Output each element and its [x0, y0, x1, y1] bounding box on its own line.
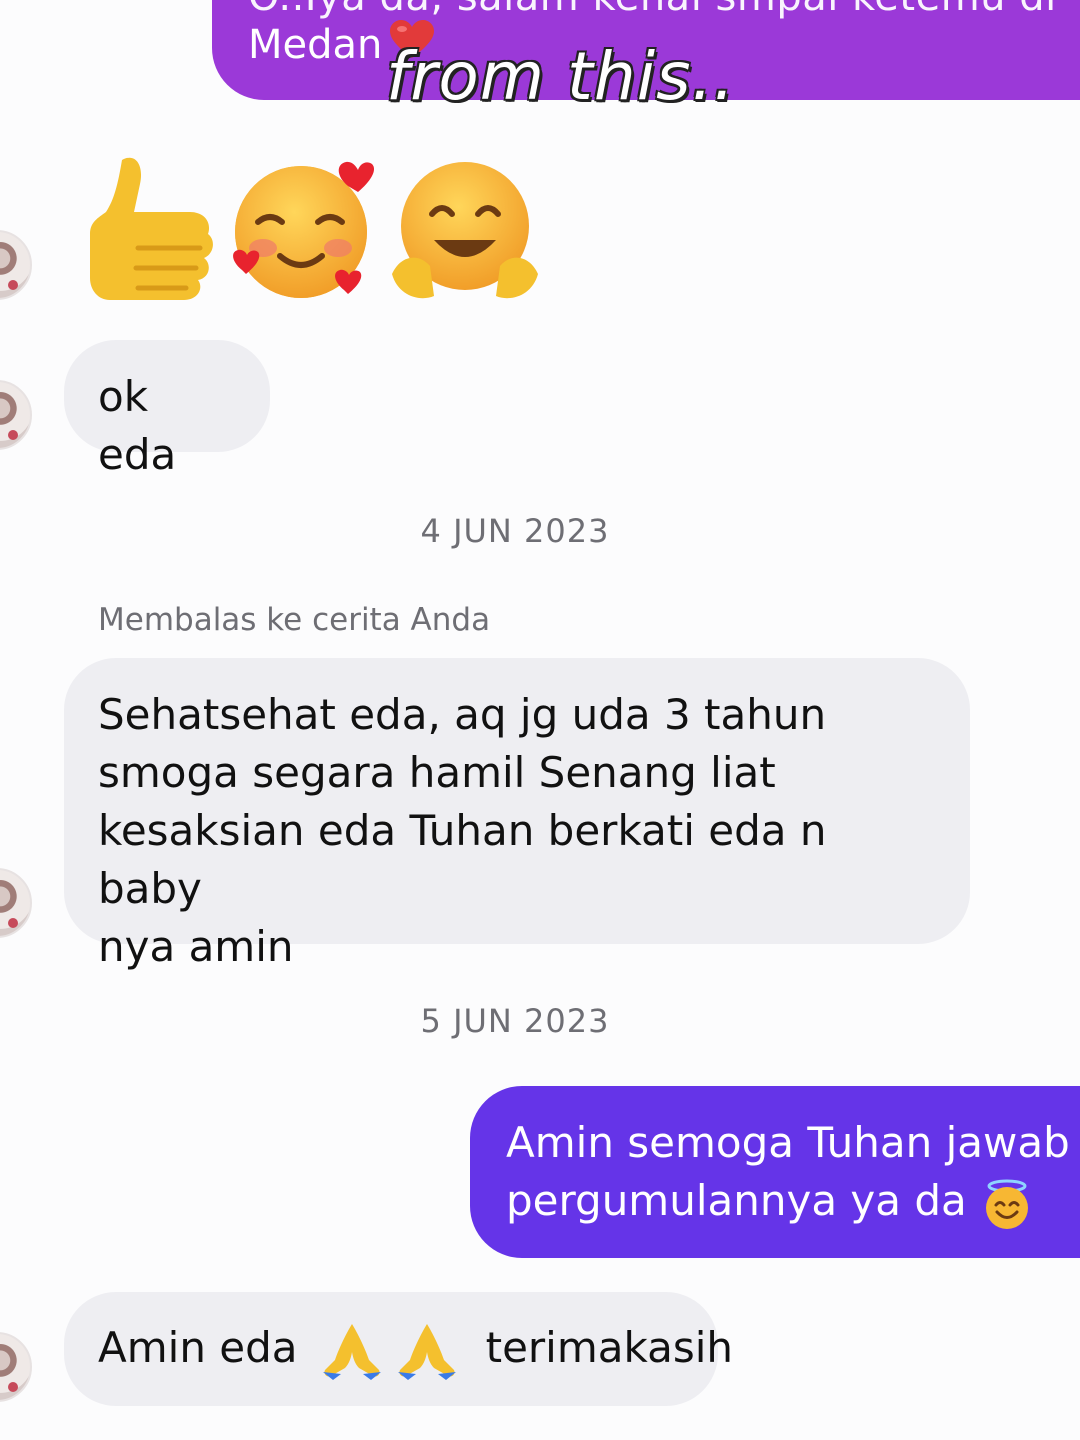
incoming-message-bubble[interactable]: ok eda: [64, 340, 270, 479]
avatar[interactable]: [0, 1332, 32, 1402]
incoming-message-bubble[interactable]: Amin eda terimakasih: [64, 1292, 733, 1406]
avatar-detail: [8, 280, 18, 290]
smiling-face-with-halo-icon: [986, 1179, 1029, 1229]
avatar-detail: [8, 430, 18, 440]
message-text: ok eda: [98, 372, 177, 479]
message-line: kesaksian eda Tuhan berkati eda n baby: [98, 806, 827, 913]
smiling-face-with-hearts-icon: [233, 161, 375, 298]
message-text: Amin semoga Tuhan jawab: [506, 1118, 1070, 1167]
outgoing-message-text: Medan: [248, 22, 383, 68]
video-caption-overlay: from this..: [386, 38, 736, 115]
folded-hands-icon: [322, 1323, 381, 1380]
message-line: smoga segara hamil Senang liat: [98, 748, 776, 797]
outgoing-message-bubble[interactable]: Amin semoga Tuhan jawab pergumulannya ya…: [470, 1086, 1080, 1258]
avatar[interactable]: [0, 380, 32, 450]
folded-hands-icon: [398, 1323, 457, 1380]
avatar[interactable]: [0, 868, 32, 938]
outgoing-message-line-medan: Medan: [248, 22, 382, 68]
story-reply-label: Membalas ke cerita Anda: [98, 602, 491, 638]
message-line: Amin semoga Tuhan jawab: [506, 1114, 1080, 1172]
message-line: nya amin: [98, 922, 294, 971]
message-text: terimakasih: [485, 1323, 733, 1372]
chat-screen: O..Iya da, salam kenal smpai ketemu di M…: [0, 0, 1080, 1440]
incoming-message-bubble[interactable]: Sehatsehat eda, aq jg uda 3 tahun smoga …: [64, 658, 970, 971]
emoji-message[interactable]: [70, 150, 550, 310]
outgoing-message-partial-line: O..Iya da, salam kenal smpai ketemu di: [248, 0, 1057, 20]
thumbs-up-emoji-icon: [90, 157, 213, 300]
message-line: Sehatsehat eda, aq jg uda 3 tahun: [98, 690, 827, 739]
avatar-detail: [8, 918, 18, 928]
hugging-face-emoji-icon: [392, 162, 538, 299]
avatar-detail: [8, 1382, 18, 1392]
message-text: pergumulannya ya da: [506, 1176, 967, 1225]
date-separator: 5 JUN 2023: [420, 1002, 610, 1040]
date-separator: 4 JUN 2023: [420, 512, 610, 550]
message-text: Amin eda: [98, 1323, 298, 1372]
avatar[interactable]: [0, 230, 32, 300]
message-line: pergumulannya ya da: [506, 1172, 1080, 1231]
